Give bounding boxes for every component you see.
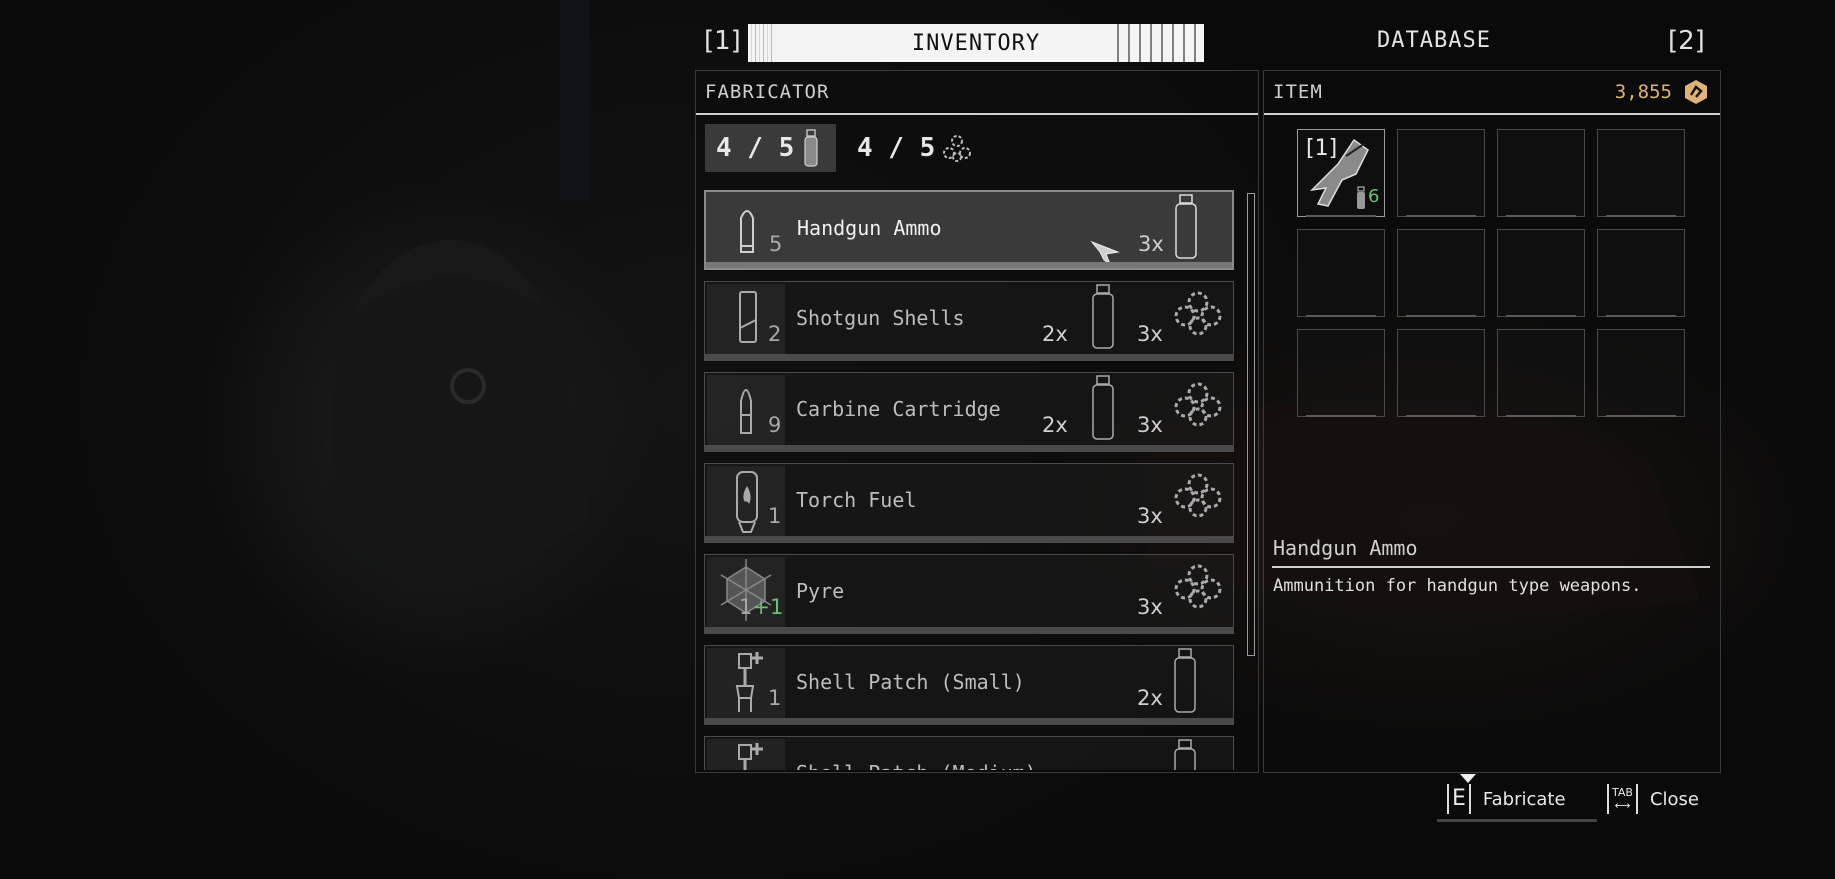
cost-canister: 2x [1042, 322, 1068, 346]
recipe-name: Torch Fuel [796, 488, 917, 512]
close-button[interactable]: TAB ⟷ Close [1607, 784, 1699, 814]
gear-cluster-icon [943, 135, 972, 162]
inventory-slot-10[interactable] [1397, 329, 1485, 417]
inventory-slot-7[interactable] [1497, 229, 1585, 317]
tab-inventory-label: INVENTORY [911, 30, 1041, 56]
recipe-name: Shell Patch (Medium) [796, 761, 1037, 770]
cost-gears: 3x [1137, 595, 1163, 619]
inventory-slot-8[interactable] [1597, 229, 1685, 317]
cost-canister: 2x [1137, 686, 1163, 710]
gear-cluster-icon [1174, 564, 1222, 609]
recipe-name: Shell Patch (Small) [796, 670, 1025, 694]
item-description-text: Ammunition for handgun type weapons. [1273, 576, 1642, 596]
item-title: ITEM [1273, 81, 1323, 103]
owned-count: 1+1 [739, 595, 783, 619]
fabricator-title: FABRICATOR [705, 81, 830, 103]
cost-gears: 3x [1137, 413, 1163, 437]
recipe-icon-cell [707, 739, 785, 770]
close-key: TAB ⟷ [1607, 784, 1638, 814]
tab-left-key[interactable]: [1] [704, 26, 741, 56]
cost-canister: 2x [1042, 413, 1068, 437]
tab-noise-left [748, 24, 774, 62]
recipe-name: Carbine Cartridge [796, 397, 1001, 421]
close-label: Close [1649, 788, 1699, 810]
slot-ammo-count: 6 [1368, 186, 1380, 207]
currency-amount: 3,855 [1614, 81, 1672, 103]
currency-icon [1685, 80, 1707, 104]
inventory-slot-5[interactable] [1297, 229, 1385, 317]
resource-counter-canister[interactable]: 4 / 5 [705, 124, 836, 172]
cost-gears: 3x [1137, 504, 1163, 528]
recipe-row-shell-patch-medium[interactable]: Shell Patch (Medium) [704, 736, 1234, 770]
inventory-slot-9[interactable] [1297, 329, 1385, 417]
fabricate-key: E [1447, 784, 1471, 814]
gear-count: 4 / 5 [857, 133, 936, 163]
recipe-row-handgun-ammo[interactable]: 5 Handgun Ammo 3x [704, 190, 1234, 270]
fabricate-progress-track [1437, 819, 1597, 822]
recipe-row-pyre[interactable]: 1+1 Pyre 3x [704, 554, 1234, 634]
selector-arrow-icon [1460, 774, 1476, 783]
inventory-slot-2[interactable] [1397, 129, 1485, 217]
shell-patch-icon [738, 743, 763, 770]
fabricate-button[interactable]: E Fabricate [1447, 774, 1566, 814]
recipe-row-shotgun-shells[interactable]: 2 Shotgun Shells 2x 3x [704, 281, 1234, 361]
recipe-row-shell-patch-small[interactable]: 1 Shell Patch (Small) 2x [704, 645, 1234, 725]
item-description-title: Handgun Ammo [1273, 536, 1418, 560]
cursor-pointer-icon [1090, 240, 1120, 266]
cost-gears: 3x [1137, 322, 1163, 346]
recipe-name: Handgun Ammo [797, 216, 942, 240]
owned-count: 9 [768, 413, 782, 437]
owned-base: 1 [739, 595, 753, 619]
owned-count: 1 [768, 686, 782, 710]
gear-cluster-icon [1174, 473, 1222, 518]
fabricator-header: FABRICATOR [696, 71, 1258, 115]
recipe-row-torch-fuel[interactable]: 1 Torch Fuel 3x [704, 463, 1234, 543]
inventory-slot-6[interactable] [1397, 229, 1485, 317]
description-divider [1272, 566, 1710, 568]
recipe-row-clip: Shell Patch (Medium) [704, 736, 1234, 770]
canister-icon [804, 129, 818, 167]
inventory-slot-4[interactable] [1597, 129, 1685, 217]
owned-bonus: +1 [752, 595, 784, 619]
canister-icon [1174, 648, 1196, 713]
recipe-name: Pyre [796, 579, 845, 603]
canister-count: 4 / 5 [716, 133, 795, 163]
inventory-slot-1[interactable]: [1] 6 [1297, 129, 1385, 217]
inventory-slot-12[interactable] [1597, 329, 1685, 417]
tab-database[interactable]: DATABASE [1377, 28, 1491, 53]
item-header: ITEM 3,855 [1264, 71, 1720, 115]
inventory-slot-11[interactable] [1497, 329, 1585, 417]
inventory-slot-3[interactable] [1497, 129, 1585, 217]
tab-inventory[interactable]: INVENTORY [748, 24, 1204, 62]
recipe-name: Shotgun Shells [796, 306, 965, 330]
canister-icon [1175, 194, 1197, 259]
canister-icon [1174, 739, 1196, 770]
cost-canister: 3x [1138, 232, 1164, 256]
fabricate-label: Fabricate [1482, 788, 1566, 810]
canister-icon [1092, 284, 1114, 349]
tab-right-key[interactable]: [2] [1668, 26, 1705, 56]
canister-icon [1092, 375, 1114, 440]
tab-noise-right [1112, 24, 1204, 62]
recipe-row-carbine-cartridge[interactable]: 9 Carbine Cartridge 2x 3x [704, 372, 1234, 452]
gear-cluster-icon [1174, 291, 1222, 336]
gear-cluster-icon [1174, 382, 1222, 427]
owned-count: 1 [768, 504, 782, 528]
resource-counter-gears[interactable]: 4 / 5 [848, 124, 988, 172]
owned-count: 5 [769, 232, 783, 256]
owned-count: 2 [768, 322, 782, 346]
recipe-scrollbar[interactable] [1247, 193, 1255, 656]
close-key-label: TAB [1612, 786, 1633, 799]
canister-icon [1357, 186, 1365, 209]
